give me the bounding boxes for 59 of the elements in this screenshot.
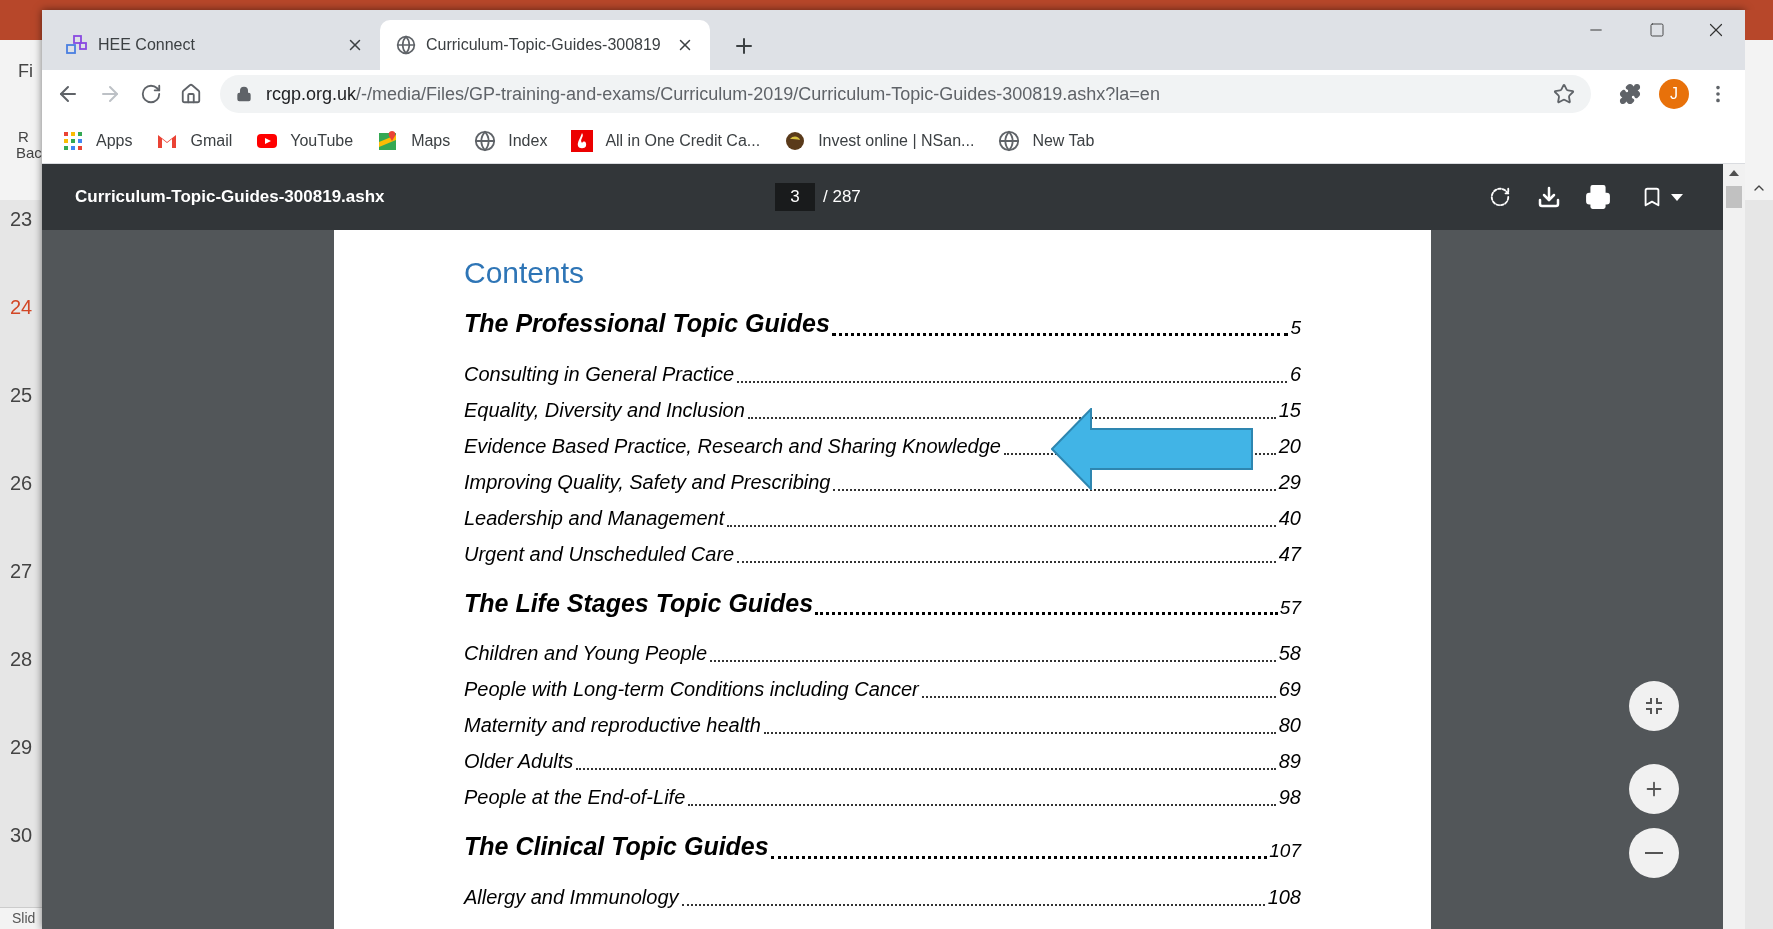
bookmark[interactable]: Index	[474, 128, 548, 153]
page-number: 80	[1278, 713, 1301, 738]
slide-number[interactable]: 28	[0, 640, 42, 728]
entry-title: Urgent and Unscheduled Care	[464, 541, 735, 567]
slide-number[interactable]: 30	[0, 816, 42, 904]
entry-title: Older Adults	[464, 749, 574, 774]
page-number: 89	[1278, 749, 1301, 774]
slide-number[interactable]: 26	[0, 464, 42, 552]
bookmark[interactable]: Maps	[377, 128, 451, 153]
section-title: The Clinical Topic Guides	[464, 831, 769, 862]
page-number: 5	[1290, 316, 1301, 340]
ribbon-label: R	[18, 129, 30, 144]
contents-heading: Contents	[464, 255, 586, 291]
slide-number[interactable]: 27	[0, 552, 42, 640]
slide-number[interactable]: 25	[0, 376, 42, 464]
page-number-field[interactable]: 3	[775, 183, 815, 211]
page-number: 58	[1278, 641, 1301, 666]
address-bar[interactable]: rcgp.org.uk/-/media/Files/GP-training-and-exams/Curriculum-2019/Curriculum-Topic-Guides-300819.ashx?la=en	[220, 75, 1591, 113]
entry-title: People at the End-of-Life	[464, 785, 686, 810]
entry-title: Evidence Based Practice, Research and Sharing Knowledge	[464, 433, 1001, 459]
entry-title: Leadership and Management	[464, 505, 725, 531]
page-number: 6	[1289, 361, 1301, 387]
page-number: 57	[1279, 595, 1301, 620]
page-number: 20	[1278, 433, 1301, 459]
entry-title: Improving Quality, Safety and Prescribing	[464, 469, 831, 495]
page-number: 15	[1278, 397, 1301, 423]
entry-title: People with Long-term Conditions including Cancer	[464, 677, 919, 702]
page-number: 69	[1278, 677, 1301, 702]
entry-title: Allergy and Immunology	[464, 884, 679, 910]
section-title: The Professional Topic Guides	[464, 308, 830, 339]
bookmark[interactable]: Gmail	[156, 128, 233, 153]
status-bar-label: Slid	[0, 907, 42, 929]
tab-title: HEE Connect	[98, 35, 196, 55]
page-number: 29	[1278, 469, 1301, 495]
entry-title: Consulting in General Practice	[464, 361, 735, 387]
file-name: Curriculum-Topic-Guides-300819.ashx	[75, 186, 386, 209]
entry-title: Equality, Diversity and Inclusion	[464, 397, 745, 423]
section-title: The Life Stages Topic Guides	[464, 587, 814, 619]
ribbon-label: Bac	[16, 144, 42, 163]
page-number: 47	[1278, 541, 1301, 567]
page-number: 107	[1269, 839, 1301, 863]
page-number: 98	[1278, 785, 1301, 810]
tab-title: Curriculum-Topic-Guides-300819	[426, 35, 662, 55]
slide-number[interactable]: 23	[0, 200, 42, 288]
page-number: 108	[1267, 884, 1301, 910]
bookmark[interactable]: All in One Credit Ca...	[571, 128, 761, 153]
slide-number[interactable]: 24	[0, 288, 42, 376]
bookmark[interactable]: Invest online | NSan...	[784, 128, 975, 153]
page-number: 40	[1278, 505, 1301, 531]
url-text: rcgp.org.uk/-/media/Files/GP-training-and-exams/Curriculum-2019/Curriculum-Topic-Guides-300819.ashx?la=en	[266, 82, 1161, 106]
page-count: / 287	[823, 186, 861, 209]
bookmark[interactable]: New Tab	[998, 128, 1095, 153]
slide-number[interactable]: 29	[0, 728, 42, 816]
bookmark[interactable]: YouTube	[256, 128, 354, 153]
entry-title: Maternity and reproductive health	[464, 713, 761, 738]
menu-label[interactable]: Fi	[18, 58, 42, 85]
bookmark[interactable]: Apps	[62, 128, 133, 153]
browser-tab[interactable]: Curriculum-Topic-Guides-300819	[380, 20, 710, 70]
entry-title: Children and Young People	[464, 641, 708, 666]
